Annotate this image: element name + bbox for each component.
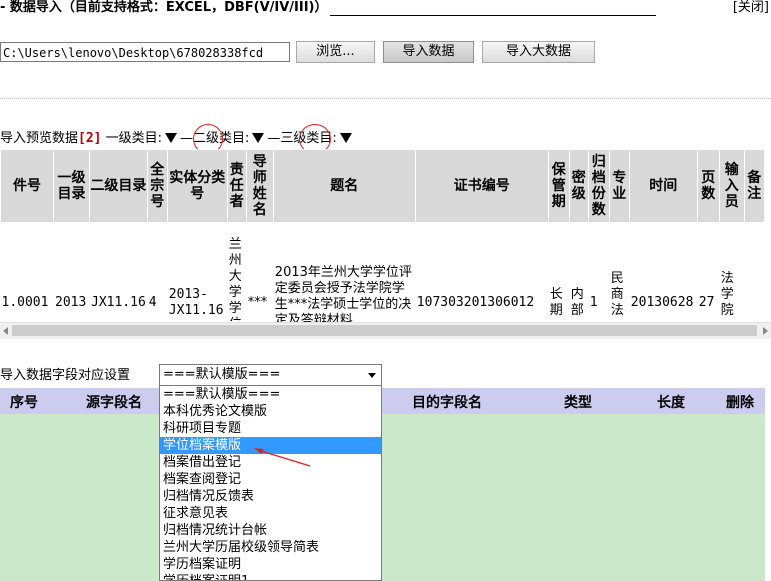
cell-shuruyuan-text: 法学院 — [720, 271, 734, 318]
import-big-data-button[interactable]: 导入大数据 — [482, 41, 595, 63]
mapping-table-header: 序号 源字段名 目的字段名 类型 长度 删除 — [0, 388, 765, 414]
cell-zeren-text: 兰州大学学位 — [228, 237, 242, 321]
level1-label: 一级类目: — [105, 131, 163, 146]
level2-dropdown-icon[interactable] — [252, 133, 265, 143]
dropdown-option[interactable]: 本科优秀论文模版 — [160, 403, 381, 420]
col-delete: 删除 — [726, 395, 754, 411]
import-data-button[interactable]: 导入数据 — [383, 41, 474, 63]
dropdown-option[interactable]: 学历档案证明1 — [160, 573, 381, 580]
preview-count: [2] — [78, 131, 102, 146]
col-header: 题名 — [272, 149, 416, 223]
mapping-label: 导入数据字段对应设置 — [0, 368, 131, 383]
col-header: 全宗号 — [146, 149, 168, 223]
col-header: 归档份数 — [587, 149, 610, 223]
col-header: 导师姓名 — [245, 149, 274, 223]
template-dropdown-list[interactable]: ===默认模版=== 本科优秀论文模版 科研项目专题 学位档案模版 档案借出登记… — [159, 386, 382, 581]
preview-header-row: 件号 一级目录 二级目录 全宗号 实体分类号 责任者 导师姓名 题名 证书编号 … — [0, 149, 765, 223]
file-path-input[interactable]: C:\Users\lenovo\Desktop\678028338fcd — [0, 42, 290, 62]
col-type: 类型 — [564, 395, 592, 411]
col-length: 长度 — [657, 395, 685, 411]
horizontal-scrollbar[interactable] — [0, 322, 771, 339]
level3-dropdown-icon[interactable] — [339, 133, 352, 143]
template-select[interactable]: ===默认模版=== — [159, 364, 382, 386]
col-header: 保管期 — [547, 149, 570, 223]
col-header: 件号 — [0, 149, 54, 223]
col-header: 专业 — [608, 149, 630, 223]
scroll-left-icon[interactable] — [3, 327, 8, 335]
dropdown-option[interactable]: 档案查阅登记 — [160, 471, 381, 488]
browse-button[interactable]: 浏览... — [296, 41, 375, 63]
level1-dropdown-icon[interactable] — [165, 133, 178, 143]
col-header: 一级目录 — [53, 149, 90, 223]
cell-timing-text: 2013年兰州大学学位评定委员会授予法学院学生***法学硕士学位的决定及答辩材料 — [274, 265, 412, 323]
col-target: 目的字段名 — [412, 395, 482, 411]
col-source: 源字段名 — [86, 395, 142, 411]
preview-label: 导入预览数据 — [0, 131, 79, 146]
scroll-right-icon[interactable] — [763, 327, 768, 335]
col-header: 输入员 — [718, 149, 745, 223]
dropdown-option[interactable]: 兰州大学历届校级领导简表 — [160, 539, 381, 556]
col-header: 证书编号 — [414, 149, 549, 223]
annotation-arrow-icon — [254, 448, 311, 467]
col-header: 二级目录 — [89, 149, 148, 223]
dropdown-option[interactable]: ===默认模版=== — [160, 386, 381, 403]
dialog-title-bar: - 数据导入（目前支持格式：EXCEL，DBF(V/IV/III)） [关闭] — [0, 0, 771, 16]
col-header: 时间 — [628, 149, 698, 223]
template-select-value: ===默认模版=== — [163, 367, 281, 382]
col-seq: 序号 — [10, 395, 38, 411]
dropdown-option[interactable]: 归档情况反馈表 — [160, 488, 381, 505]
col-header: 实体分类号 — [166, 149, 228, 223]
col-header: 责任者 — [226, 149, 247, 223]
mapping-table-body — [0, 414, 765, 581]
col-header: 备注 — [743, 149, 765, 223]
cell-shiti-text: 2013-JX11.16 — [168, 287, 224, 318]
dropdown-option[interactable]: 归档情况统计台帐 — [160, 522, 381, 539]
chevron-down-icon[interactable] — [368, 373, 376, 378]
dropdown-option[interactable]: 征求意见表 — [160, 505, 381, 522]
dropdown-option[interactable]: 学历档案证明 — [160, 556, 381, 573]
cell-baoguan-text: 长期 — [549, 287, 563, 318]
col-header: 密级 — [568, 149, 589, 223]
dropdown-option[interactable]: 科研项目专题 — [160, 420, 381, 437]
close-link[interactable]: [关闭] — [733, 0, 769, 16]
col-header: 页数 — [696, 149, 720, 223]
scrollbar-thumb[interactable] — [12, 325, 757, 336]
cell-miji-text: 内部 — [570, 287, 584, 318]
preview-table-container: 件号 一级目录 二级目录 全宗号 实体分类号 责任者 导师姓名 题名 证书编号 … — [0, 149, 771, 339]
cell-zhuanye-text: 民商法 — [610, 271, 624, 318]
separator — [0, 98, 771, 99]
title-underline — [329, 3, 656, 16]
dialog-title: - 数据导入（目前支持格式：EXCEL，DBF(V/IV/III)） — [0, 0, 328, 15]
preview-table: 件号 一级目录 二级目录 全宗号 实体分类号 责任者 导师姓名 题名 证书编号 … — [0, 149, 765, 339]
